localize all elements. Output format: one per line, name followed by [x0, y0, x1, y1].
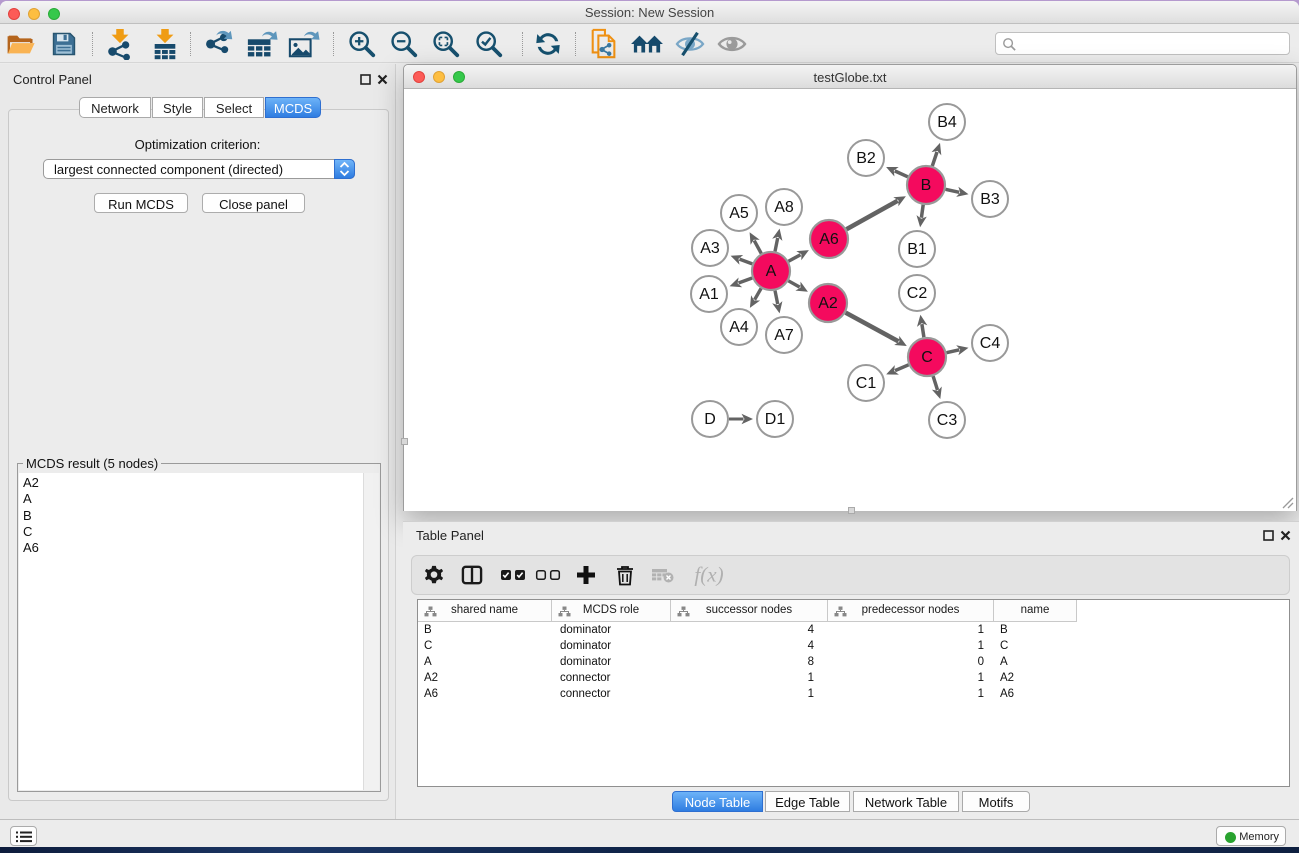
svg-text:A8: A8 — [774, 199, 794, 216]
svg-text:A4: A4 — [729, 319, 749, 336]
svg-text:B2: B2 — [856, 150, 876, 167]
svg-text:C1: C1 — [856, 375, 877, 392]
svg-text:A5: A5 — [729, 205, 749, 222]
svg-text:A1: A1 — [699, 286, 719, 303]
svg-text:C: C — [921, 349, 933, 366]
svg-text:A7: A7 — [774, 327, 794, 344]
svg-text:D: D — [704, 411, 716, 428]
svg-text:A: A — [766, 263, 777, 280]
svg-text:A2: A2 — [818, 295, 838, 312]
svg-text:A3: A3 — [700, 240, 720, 257]
svg-text:C3: C3 — [937, 412, 958, 429]
svg-text:D1: D1 — [765, 411, 786, 428]
svg-text:B: B — [921, 177, 932, 194]
svg-text:B3: B3 — [980, 191, 1000, 208]
svg-text:C4: C4 — [980, 335, 1001, 352]
svg-text:C2: C2 — [907, 285, 928, 302]
svg-text:B4: B4 — [937, 114, 957, 131]
svg-text:A6: A6 — [819, 231, 839, 248]
svg-text:B1: B1 — [907, 241, 927, 258]
